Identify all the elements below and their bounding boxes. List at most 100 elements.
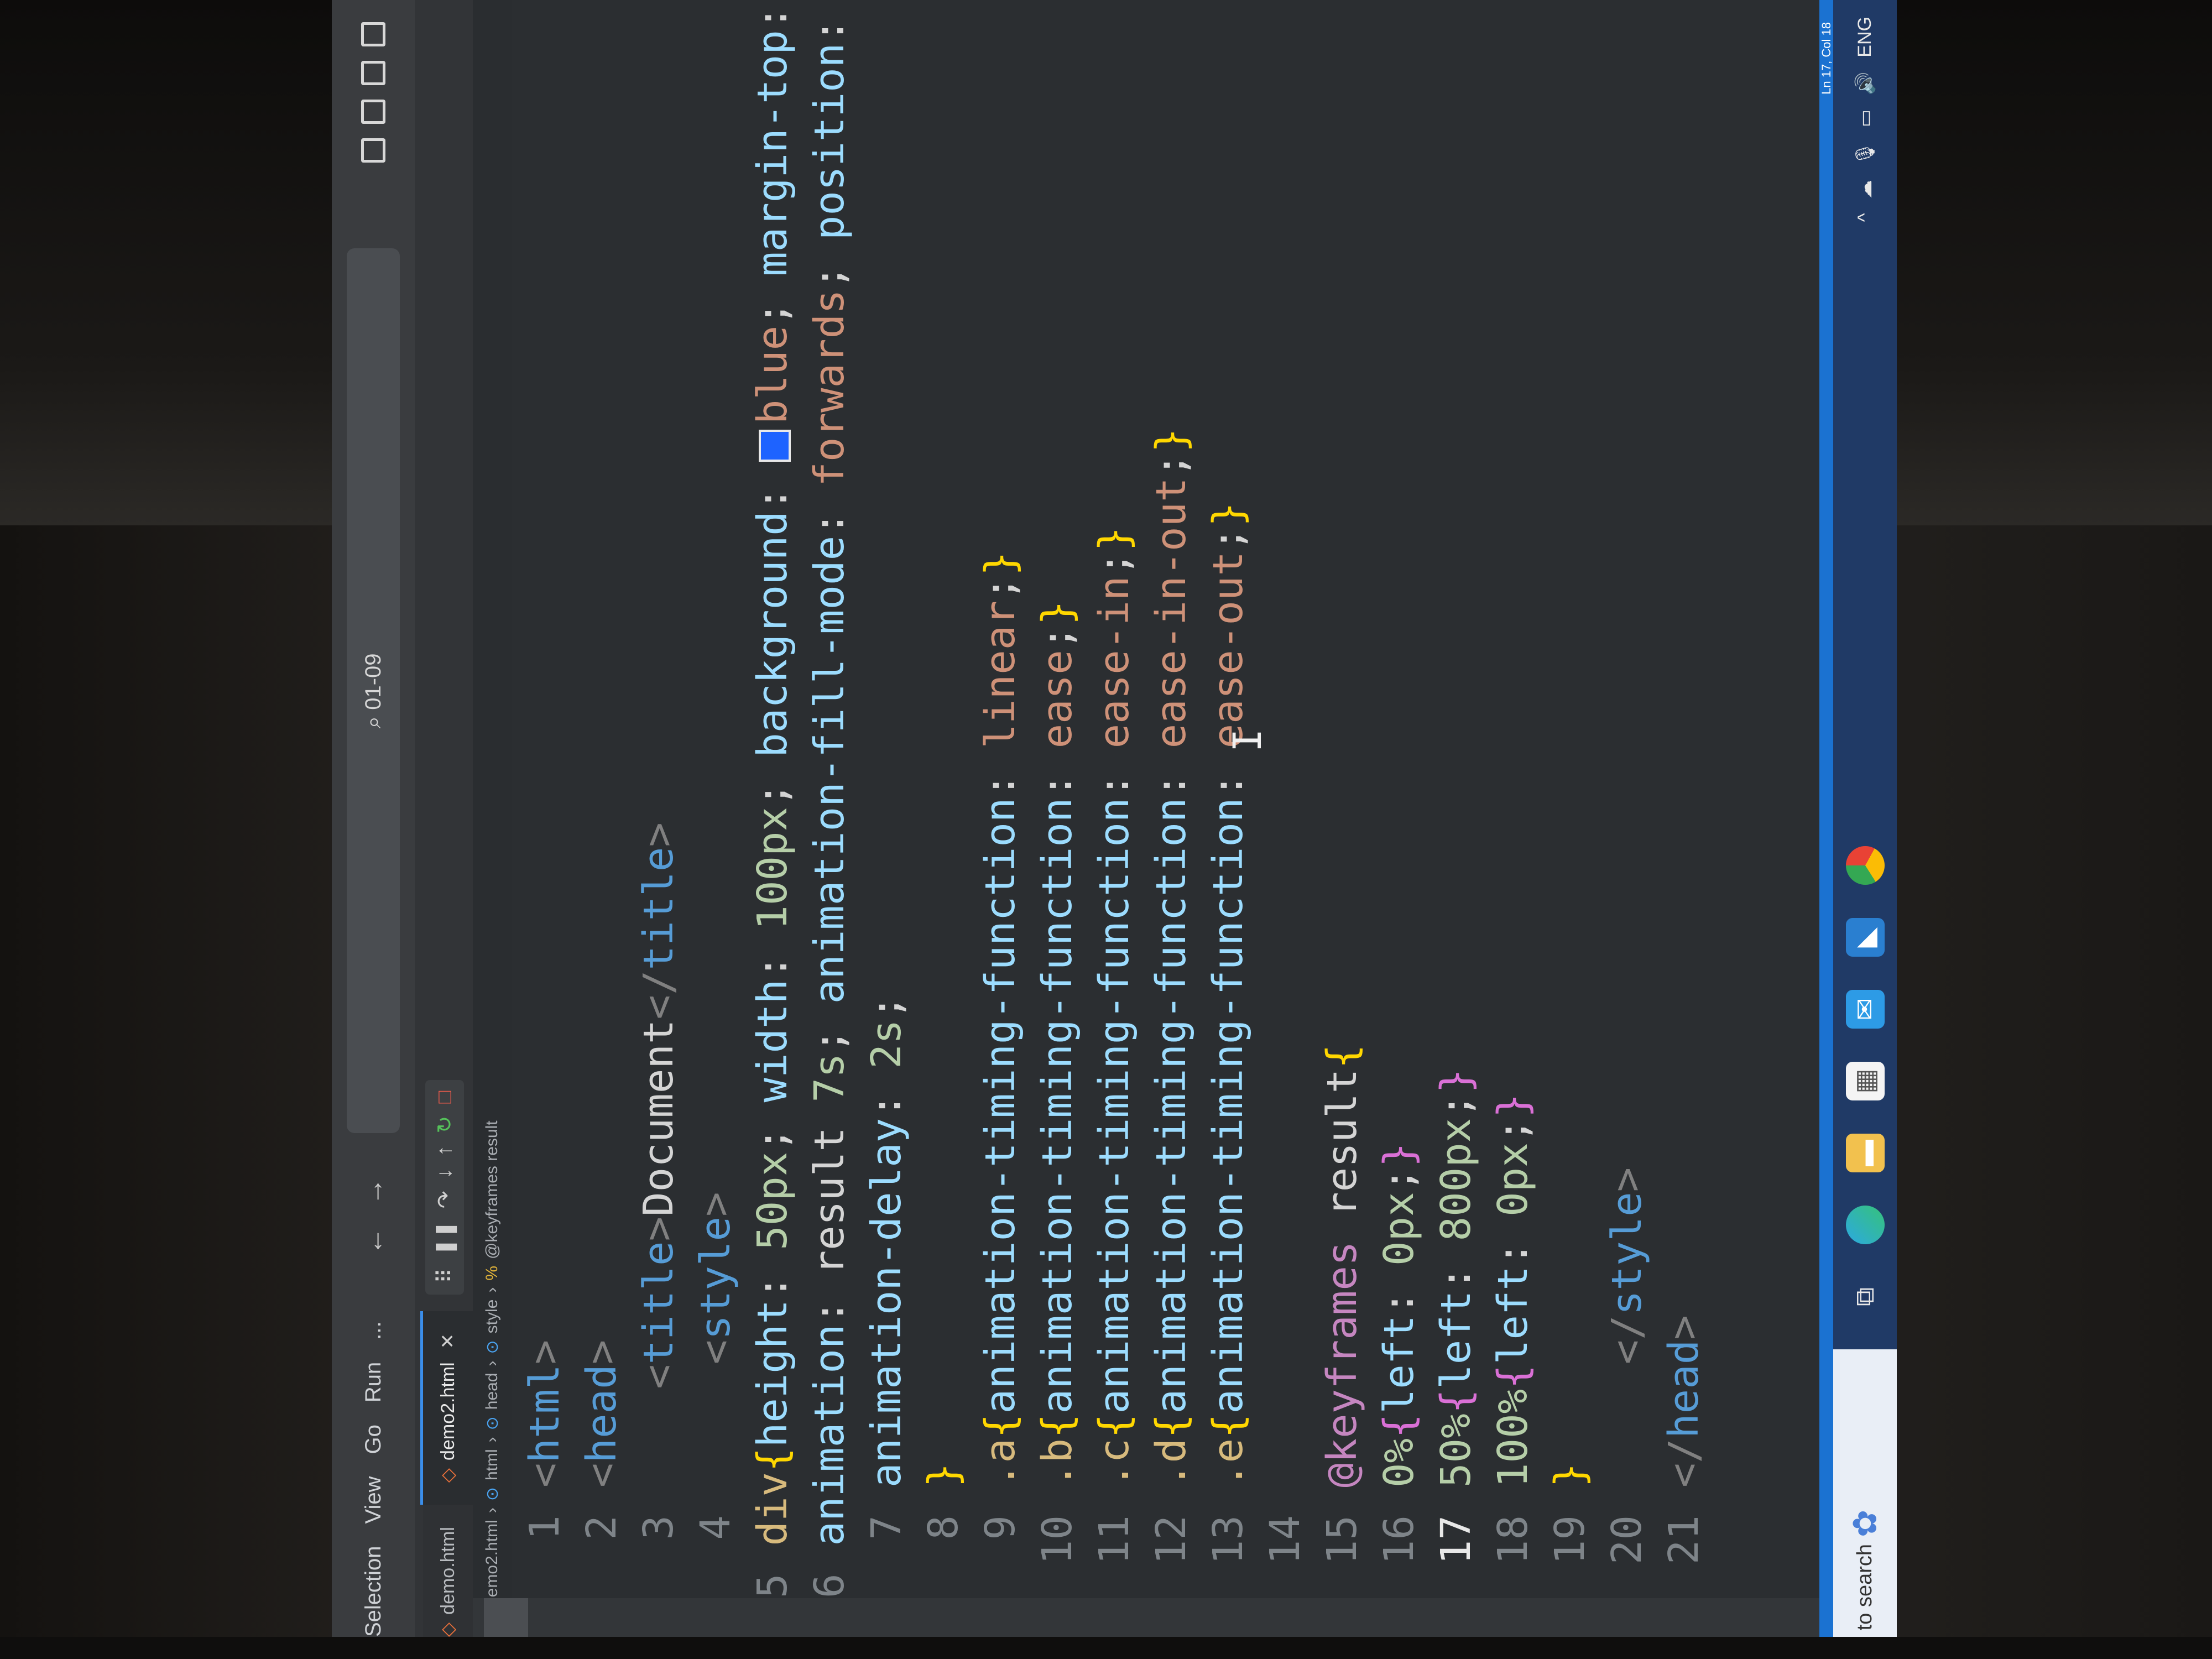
line-number: 7 (863, 1515, 910, 1540)
command-center-search[interactable]: ⌕ 01-09 (347, 248, 400, 1134)
chevron-up-icon[interactable]: ^ (1854, 213, 1876, 222)
code-line[interactable]: 6 animation: result 7s; animation-fill-mo… (802, 0, 857, 1598)
code-line[interactable]: 3 <title>Document</title> (631, 0, 686, 1598)
code-token: { (1432, 1389, 1480, 1414)
code-line[interactable]: 17 50%{left: 800px;} (1428, 0, 1484, 1598)
code-token: : (1375, 1266, 1423, 1316)
line-number: 4 (692, 1515, 739, 1540)
toggle-panel-icon[interactable] (361, 100, 385, 124)
code-token: { (1489, 1364, 1537, 1389)
code-token: .d (1147, 1438, 1195, 1488)
code-editor[interactable]: 1 <html> 2 <head> 3 <title>Document</title> 4… (512, 0, 1833, 1598)
menu-selection[interactable]: Selection (361, 1546, 386, 1637)
code-token: { (1147, 1413, 1195, 1438)
mic-icon[interactable]: 🎙 (1854, 142, 1876, 165)
code-line[interactable]: 4 <style> (688, 0, 743, 1598)
code-line[interactable]: 13 .e{animation-timing-function: ease-out… (1201, 0, 1256, 1598)
code-line[interactable]: 16 0%{left: 0px;} (1371, 0, 1427, 1598)
code-line[interactable]: 14 (1258, 0, 1313, 1598)
taskbar-search[interactable]: e to search ✿ (1833, 1349, 1897, 1659)
line-number: 9 (977, 1515, 1024, 1540)
code-line[interactable]: 19} (1542, 0, 1598, 1598)
code-token: 2s (863, 1019, 910, 1069)
code-token: : (806, 0, 853, 43)
code-token: width (749, 979, 796, 1103)
drag-handle-icon[interactable]: ⠿ (432, 1268, 457, 1284)
code-line[interactable]: 11 .c{animation-timing-function: ease-in;… (1087, 0, 1142, 1598)
color-swatch[interactable] (759, 430, 791, 462)
code-line[interactable]: 9 .a{animation-timing-function: linear;} (973, 0, 1028, 1598)
code-token: { (749, 1447, 796, 1472)
stop-icon[interactable]: □ (433, 1091, 457, 1104)
restart-icon[interactable]: ↻ (432, 1116, 457, 1134)
code-token: </ (635, 970, 682, 1020)
code-line[interactable]: 1 <html> (517, 0, 572, 1598)
toggle-sidebar-icon[interactable] (361, 138, 385, 163)
toggle-secondary-sidebar-icon[interactable] (361, 61, 385, 85)
customize-layout-icon[interactable] (361, 22, 385, 46)
code-text: <style> (692, 1192, 739, 1488)
language-indicator[interactable]: ENG (1854, 17, 1876, 58)
line-number: 15 (1318, 1515, 1366, 1565)
step-out-icon[interactable]: ↑ (433, 1145, 457, 1156)
display-icon[interactable]: ▭ (1854, 109, 1876, 127)
code-line[interactable]: 15 @keyframes result{ (1314, 0, 1370, 1598)
code-token: </ (1603, 1315, 1651, 1365)
vscode-icon[interactable]: ◣ (1845, 918, 1885, 957)
line-number: 3 (635, 1515, 682, 1540)
code-line[interactable]: 20 </style> (1599, 0, 1655, 1598)
code-line[interactable]: 10 .b{animation-timing-function: ease;} (1030, 0, 1085, 1598)
step-into-icon[interactable]: ↓ (433, 1168, 457, 1178)
code-line[interactable]: 21 </head> (1656, 0, 1712, 1598)
menu-run[interactable]: Run (361, 1362, 386, 1402)
mail-icon[interactable]: ✉ (1845, 990, 1885, 1029)
breadcrumb-style[interactable]: style (483, 1300, 502, 1334)
code-token: @keyframes (1318, 1241, 1366, 1488)
speaker-icon[interactable]: 🔊 (1854, 72, 1876, 95)
status-bar (1819, 0, 1833, 1659)
menu-view[interactable]: View (361, 1476, 386, 1524)
tab-demo2-html[interactable]: ◇ demo2.html ✕ (420, 1311, 473, 1505)
tab-demo-html[interactable]: ◇ demo.html (423, 1505, 473, 1659)
code-text: <html> (521, 1340, 568, 1488)
chevron-right-icon: › (483, 1437, 501, 1443)
code-token: } (1091, 526, 1138, 551)
code-token: < (521, 1463, 568, 1488)
cursor-position[interactable]: Ln 17, Col 18 (1819, 22, 1834, 95)
code-line[interactable]: 2 <head> (574, 0, 629, 1598)
menu-go[interactable]: Go (361, 1425, 386, 1454)
menu-more[interactable]: ... (361, 1321, 386, 1339)
code-token: style (692, 1216, 739, 1340)
explorer-icon[interactable]: ▬ (1845, 1134, 1885, 1172)
nav-arrows[interactable]: ←→ (357, 1155, 389, 1255)
store-icon[interactable]: ▦ (1845, 1062, 1885, 1100)
code-token: : (749, 1250, 796, 1300)
breadcrumb-file[interactable]: demo2.html (483, 1520, 502, 1606)
code-line[interactable]: 7 animation-delay: 2s; (859, 0, 914, 1598)
code-token: height (749, 1299, 796, 1448)
breadcrumb-html[interactable]: html (483, 1449, 502, 1480)
task-view-icon[interactable]: ⧉ (1846, 1277, 1885, 1316)
code-token: blue (749, 325, 796, 425)
chevron-right-icon: › (483, 1360, 501, 1366)
code-line[interactable]: 5 div{height: 50px; width: 100px; backgro… (745, 0, 800, 1598)
edge-icon[interactable] (1845, 1206, 1885, 1244)
cloud-icon[interactable]: ☁ (1854, 180, 1876, 199)
code-line[interactable]: 8} (916, 0, 971, 1598)
tab-bar: ◇ demo.html ◇ demo2.html ✕ ⠿ ❚❚ ↷ ↓ ↑ ↻ … (415, 0, 473, 1659)
code-line[interactable]: 18 100%{left: 0px;} (1485, 0, 1541, 1598)
breadcrumb-keyframes[interactable]: @keyframes result (483, 1120, 502, 1259)
step-over-icon[interactable]: ↷ (432, 1191, 457, 1208)
system-tray: ^ ☁ 🎙 ▭ 🔊 ENG (1854, 17, 1876, 222)
code-token: ; (1432, 1093, 1480, 1118)
code-token: .b (1034, 1438, 1081, 1488)
breadcrumb-head[interactable]: head (483, 1373, 502, 1410)
code-line[interactable]: 12 .d{animation-timing-function: ease-in-… (1144, 0, 1199, 1598)
chrome-icon[interactable] (1845, 846, 1885, 885)
line-number: 20 (1603, 1515, 1651, 1565)
code-text: 50%{left: 800px;} (1432, 1069, 1480, 1488)
code-token: background (749, 511, 796, 758)
pause-icon[interactable]: ❚❚ (432, 1220, 457, 1256)
close-icon[interactable]: ✕ (437, 1333, 459, 1349)
